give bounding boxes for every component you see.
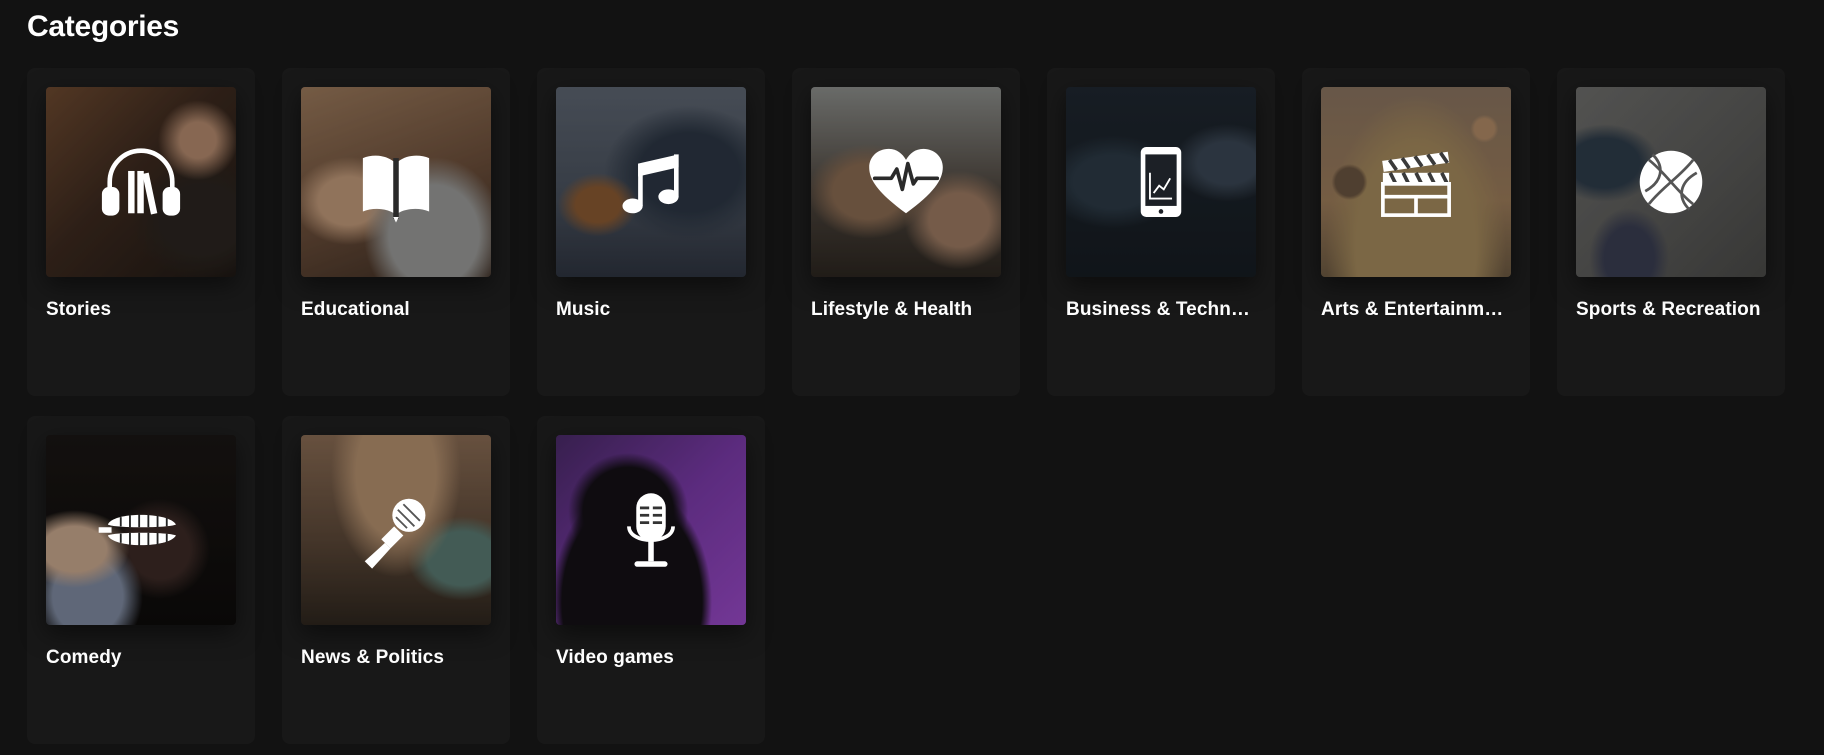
category-grid: Stories Educational Music Lifestyle & He… (27, 68, 1785, 744)
category-card-lifestyle-health[interactable]: Lifestyle & Health (792, 68, 1020, 396)
category-card-video-games[interactable]: Video games (537, 416, 765, 744)
category-thumbnail (811, 87, 1001, 277)
category-card-music[interactable]: Music (537, 68, 765, 396)
clapperboard-icon (1321, 87, 1511, 277)
category-card-educational[interactable]: Educational (282, 68, 510, 396)
heart-pulse-icon (811, 87, 1001, 277)
category-thumbnail (301, 435, 491, 625)
category-label: Lifestyle & Health (811, 299, 973, 320)
chattering-teeth-icon (46, 435, 236, 625)
category-thumbnail (301, 87, 491, 277)
category-thumbnail (46, 435, 236, 625)
category-thumbnail (1576, 87, 1766, 277)
tablet-chart-icon (1066, 87, 1256, 277)
category-label: Business & Technol... (1066, 299, 1256, 320)
category-card-sports-recreation[interactable]: Sports & Recreation (1557, 68, 1785, 396)
category-label: Educational (301, 299, 410, 320)
reporter-microphone-icon (301, 435, 491, 625)
category-label: News & Politics (301, 647, 444, 668)
category-label: Sports & Recreation (1576, 299, 1761, 320)
section-title: Categories (27, 10, 180, 43)
category-label: Comedy (46, 647, 122, 668)
category-card-arts-entertainment[interactable]: Arts & Entertainment (1302, 68, 1530, 396)
category-card-stories[interactable]: Stories (27, 68, 255, 396)
music-note-icon (556, 87, 746, 277)
open-book-icon (301, 87, 491, 277)
category-label: Arts & Entertainment (1321, 299, 1511, 320)
category-thumbnail (46, 87, 236, 277)
category-card-comedy[interactable]: Comedy (27, 416, 255, 744)
category-thumbnail (1066, 87, 1256, 277)
category-card-news-politics[interactable]: News & Politics (282, 416, 510, 744)
category-thumbnail (556, 435, 746, 625)
basketball-icon (1576, 87, 1766, 277)
category-label: Music (556, 299, 611, 320)
category-thumbnail (556, 87, 746, 277)
category-label: Stories (46, 299, 112, 320)
category-thumbnail (1321, 87, 1511, 277)
category-card-business-technology[interactable]: Business & Technol... (1047, 68, 1275, 396)
studio-microphone-icon (556, 435, 746, 625)
headphones-books-icon (46, 87, 236, 277)
category-label: Video games (556, 647, 674, 668)
